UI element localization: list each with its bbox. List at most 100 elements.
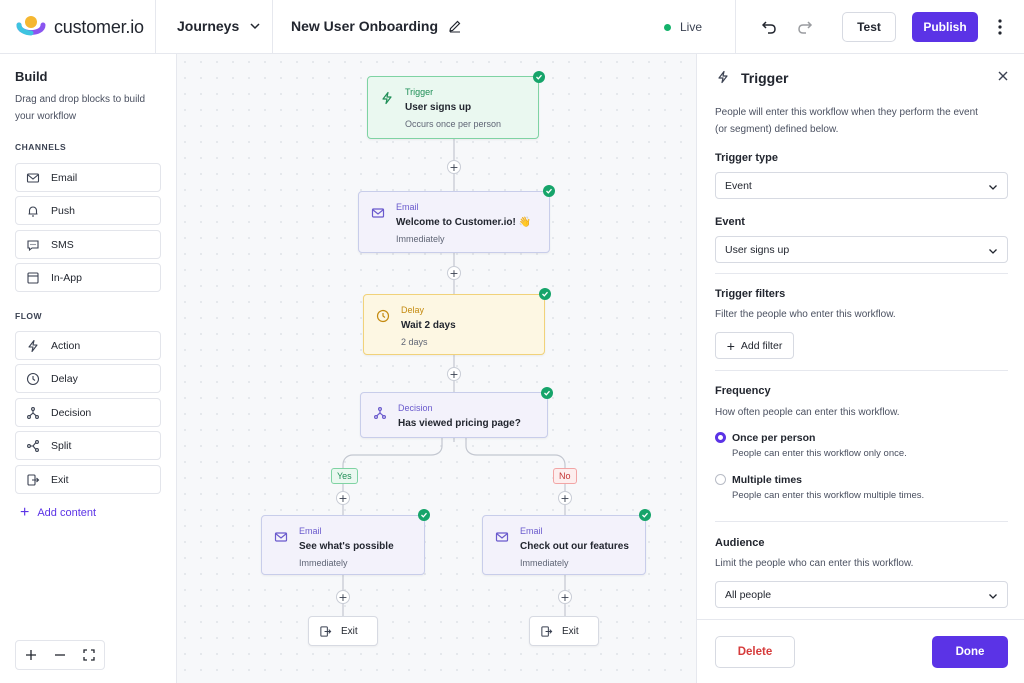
add-step-button[interactable]: + (447, 367, 461, 381)
chevron-down-icon (989, 185, 997, 190)
add-step-button[interactable]: + (447, 160, 461, 174)
exit-node-yes[interactable]: Exit (308, 616, 378, 646)
decision-node[interactable]: Decision Has viewed pricing page? (360, 392, 548, 438)
audience-select[interactable]: All people (715, 581, 1008, 608)
email-node-no[interactable]: Email Check out our features Immediately (482, 515, 646, 575)
add-step-button[interactable]: + (336, 590, 350, 604)
email-node-welcome[interactable]: Email Welcome to Customer.io! 👋 Immediat… (358, 191, 550, 253)
radio-multiple-times[interactable] (715, 474, 726, 485)
node-type: Decision (398, 403, 433, 413)
block-sms[interactable]: SMS (15, 230, 161, 259)
live-status: Live (664, 20, 702, 34)
check-icon (533, 71, 545, 83)
delay-node[interactable]: Delay Wait 2 days 2 days (363, 294, 545, 355)
node-subtitle: Immediately (299, 558, 348, 568)
fullscreen-icon (83, 649, 95, 661)
split-icon (27, 439, 39, 452)
node-type: Trigger (405, 87, 434, 97)
add-filter-label: Add filter (740, 339, 783, 352)
trigger-node[interactable]: Trigger User signs up Occurs once per pe… (367, 76, 539, 139)
undo-icon[interactable] (760, 18, 778, 36)
block-push[interactable]: Push (15, 196, 161, 225)
node-subtitle: Immediately (520, 558, 569, 568)
exit-node-no[interactable]: Exit (529, 616, 599, 646)
node-type: Email (299, 526, 322, 536)
bell-icon (28, 205, 38, 217)
brand-logo[interactable]: customer.io (16, 13, 144, 41)
pencil-icon[interactable] (448, 19, 462, 33)
mail-icon (495, 532, 509, 542)
more-options-icon[interactable] (992, 17, 1008, 37)
node-title: User signs up (405, 102, 472, 113)
check-icon (639, 509, 651, 521)
block-action-label: Action (51, 339, 81, 352)
chevron-down-icon (250, 23, 260, 30)
done-button[interactable]: Done (932, 636, 1008, 668)
workflow-name: New User Onboarding (291, 18, 439, 34)
trigger-filters-help: Filter the people who enter this workflo… (715, 309, 896, 320)
check-icon (541, 387, 553, 399)
trigger-filters-label: Trigger filters (715, 288, 786, 300)
panel-footer: Delete Done (697, 619, 1024, 683)
trigger-type-label: Trigger type (715, 152, 778, 164)
block-delay[interactable]: Delay (15, 364, 161, 393)
delete-button[interactable]: Delete (715, 636, 795, 668)
journeys-dropdown[interactable]: Journeys (177, 18, 261, 34)
add-content-link[interactable]: + Add content (20, 505, 97, 521)
option-help: People can enter this workflow only once… (732, 448, 907, 459)
publish-button[interactable]: Publish (912, 12, 978, 42)
block-action[interactable]: Action (15, 331, 161, 360)
block-exit-label: Exit (51, 473, 69, 486)
block-sms-label: SMS (51, 238, 74, 251)
block-in-app[interactable]: In-App (15, 263, 161, 292)
sidebar-subtitle: Drag and drop blocks to build your workf… (15, 94, 146, 122)
fit-view-button[interactable] (75, 641, 104, 669)
block-split[interactable]: Split (15, 431, 161, 460)
test-button[interactable]: Test (842, 12, 896, 42)
block-push-label: Push (51, 204, 75, 217)
email-node-yes[interactable]: Email See what's possible Immediately (261, 515, 425, 575)
add-step-button[interactable]: + (336, 491, 350, 505)
block-exit[interactable]: Exit (15, 465, 161, 494)
section-divider (715, 521, 1008, 522)
node-subtitle: Occurs once per person (405, 119, 502, 129)
trigger-type-value: Event (725, 179, 752, 192)
redo-icon[interactable] (796, 18, 814, 36)
frequency-help: How often people can enter this workflow… (715, 407, 900, 418)
radio-once-per-person[interactable] (715, 432, 726, 443)
plus-icon (25, 650, 36, 660)
block-decision[interactable]: Decision (15, 398, 161, 427)
zoom-out-button[interactable] (45, 641, 74, 669)
mail-icon (274, 532, 288, 542)
zoom-in-button[interactable] (16, 641, 45, 669)
node-type: Email (520, 526, 543, 536)
event-label: Event (715, 216, 745, 228)
option-label: Once per person (732, 432, 816, 444)
plus-icon: + (726, 337, 735, 354)
block-decision-label: Decision (51, 406, 92, 419)
close-icon[interactable] (997, 70, 1009, 82)
add-filter-button[interactable]: + Add filter (715, 332, 794, 359)
add-content-label: Add content (37, 507, 97, 519)
node-subtitle: Immediately (396, 234, 445, 244)
topbar-divider (272, 0, 273, 54)
workflow-canvas[interactable]: Trigger User signs up Occurs once per pe… (177, 54, 696, 683)
exit-icon (320, 625, 332, 637)
node-type: Delay (401, 305, 425, 315)
add-step-button[interactable]: + (558, 590, 572, 604)
trigger-type-select[interactable]: Event (715, 172, 1008, 199)
event-value: User signs up (725, 243, 790, 256)
event-select[interactable]: User signs up (715, 236, 1008, 263)
node-subtitle: 2 days (401, 337, 428, 347)
node-type: Email (396, 202, 419, 212)
flow-heading: FLOW (15, 311, 43, 321)
add-step-button[interactable]: + (558, 491, 572, 505)
mail-icon (371, 208, 385, 218)
panel-description: People will enter this workflow when the… (715, 107, 978, 135)
node-title: Has viewed pricing page? (398, 418, 521, 429)
block-email[interactable]: Email (15, 163, 161, 192)
add-step-button[interactable]: + (447, 266, 461, 280)
chat-icon (27, 239, 39, 251)
branch-no-label: No (553, 468, 577, 484)
clock-icon (26, 372, 40, 385)
